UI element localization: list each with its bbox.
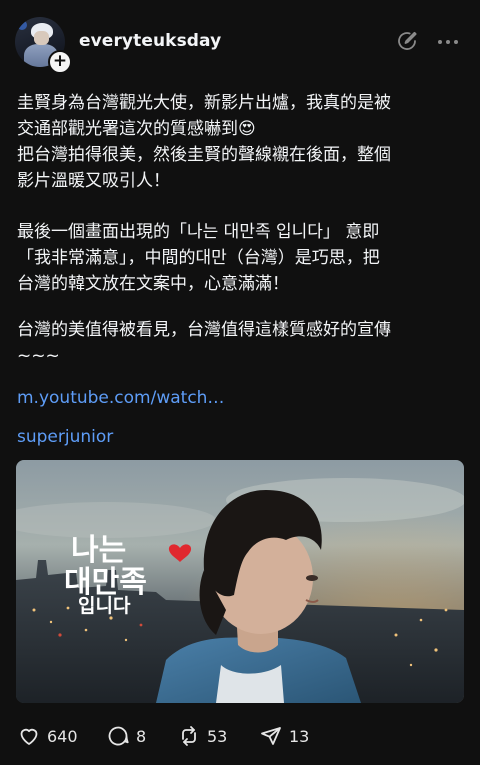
repost-button[interactable]: 53: [177, 722, 227, 750]
ellipsis-icon[interactable]: [436, 33, 460, 52]
share-count: 13: [289, 726, 310, 746]
overlay-text-line-1: 나는: [71, 533, 126, 568]
repost-count: 53: [207, 726, 228, 746]
repost-icon: [182, 726, 196, 746]
reply-button[interactable]: 8: [106, 722, 146, 750]
avatar[interactable]: +: [15, 17, 72, 74]
post-paragraph-2: 最後一個畫面出現的「나는 대만족 입니다」 意即 「我非常滿意」，中間的대만（台…: [17, 222, 380, 294]
video-thumbnail[interactable]: 나는 대만족 입니다: [16, 460, 464, 703]
post-actions: 640 8 53 13: [0, 722, 480, 750]
thread-post: + everyteuksday 圭賢身為台灣觀光大使，新影片出爐，我真的是被 交…: [0, 0, 480, 765]
like-count: 640: [47, 726, 78, 746]
follow-plus-button[interactable]: +: [48, 50, 72, 74]
overlay-text-line-3: 입니다: [78, 595, 131, 617]
username[interactable]: everyteuksday: [79, 31, 221, 51]
like-button[interactable]: 640: [17, 722, 78, 750]
topic-tag-link[interactable]: superjunior: [17, 427, 113, 447]
send-icon: [261, 727, 281, 745]
pencil-circle-icon[interactable]: [395, 29, 419, 57]
share-button[interactable]: 13: [259, 722, 309, 750]
youtube-link[interactable]: m.youtube.com/watch…: [17, 388, 224, 408]
reply-count: 8: [136, 726, 147, 746]
post-paragraph-1: 圭賢身為台灣觀光大使，新影片出爐，我真的是被 交通部觀光署這次的質感嚇到😍 把台…: [17, 93, 391, 191]
post-paragraph-3: 台灣的美值得被看見，台灣值得這樣質感好的宣傳 ~~~: [17, 320, 391, 366]
comment-icon: [108, 726, 129, 746]
heart-icon: [20, 728, 38, 745]
